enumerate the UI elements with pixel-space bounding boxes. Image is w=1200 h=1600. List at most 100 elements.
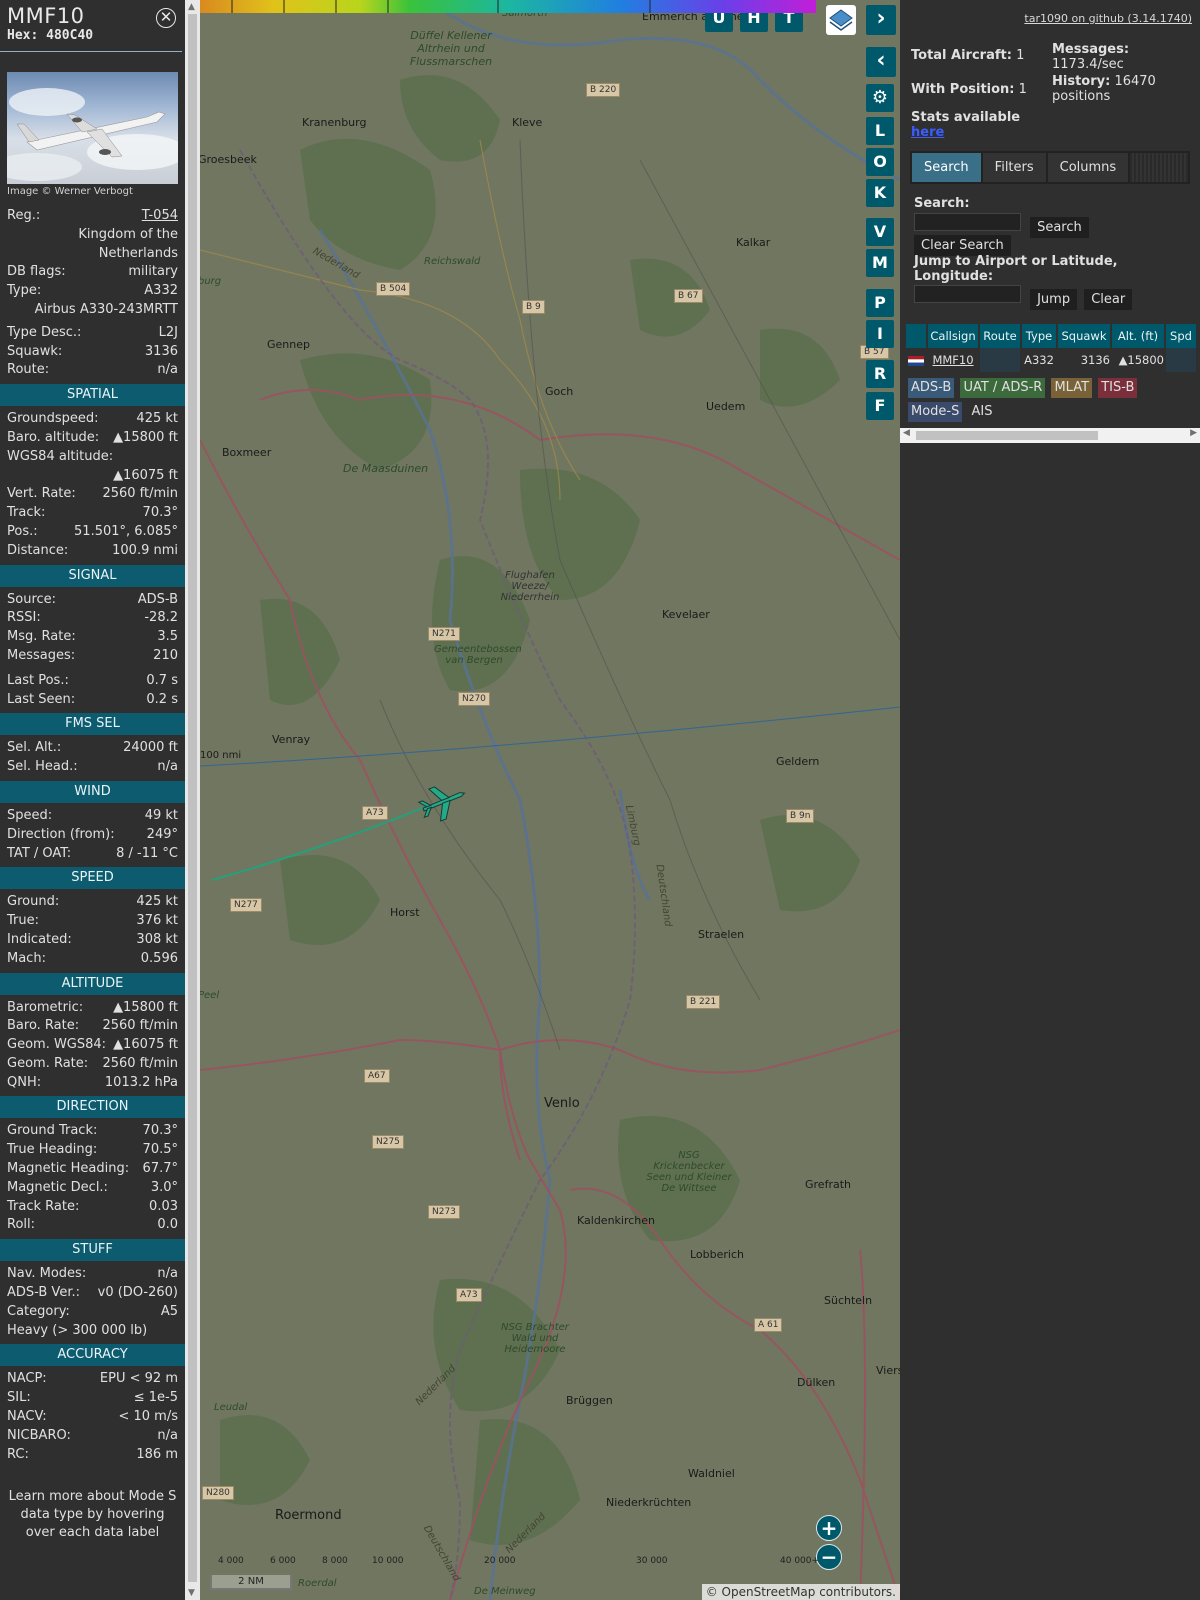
messages-value: 1173.4/sec bbox=[1052, 57, 1124, 72]
info-label[interactable]: Magnetic Decl.: bbox=[7, 1179, 108, 1198]
info-row: Track Rate: 0.03 bbox=[0, 1198, 185, 1217]
map-button-k[interactable]: K bbox=[866, 179, 894, 207]
info-label[interactable]: QNH: bbox=[7, 1074, 41, 1093]
info-value: 0.596 bbox=[140, 950, 178, 966]
info-label[interactable]: SIL: bbox=[7, 1389, 31, 1408]
image-credit: Image © Werner Verbogt bbox=[7, 186, 133, 197]
info-label[interactable]: WGS84 altitude: bbox=[7, 448, 113, 467]
scroll-left-icon[interactable]: ◀ bbox=[903, 428, 910, 438]
info-label[interactable]: Roll: bbox=[7, 1216, 35, 1235]
github-link[interactable]: tar1090 on github (3.14.1740) bbox=[1000, 12, 1192, 25]
info-label[interactable]: Track: bbox=[7, 504, 45, 523]
col-route[interactable]: Route bbox=[980, 324, 1020, 348]
col-type[interactable]: Type bbox=[1022, 324, 1056, 348]
map-button-f[interactable]: F bbox=[866, 392, 894, 420]
panel-scrollbar[interactable]: ▲ ▼ bbox=[185, 0, 200, 1600]
stats-here-link[interactable]: here bbox=[911, 125, 1020, 140]
map-button-v[interactable]: V bbox=[866, 218, 894, 246]
clear-search-button[interactable]: Clear Search bbox=[914, 235, 1011, 256]
scrollbar-thumb[interactable] bbox=[916, 431, 1098, 440]
clear-button[interactable]: Clear bbox=[1084, 289, 1133, 310]
map-view[interactable]: Emmerich am Rhein Kranenburg Kleve Groes… bbox=[200, 0, 900, 1600]
map-city-label: Uedem bbox=[706, 400, 746, 413]
search-input[interactable] bbox=[914, 213, 1021, 231]
map-button-l[interactable]: L bbox=[866, 117, 894, 145]
info-label[interactable]: NACP: bbox=[7, 1370, 47, 1389]
jump-input[interactable] bbox=[914, 285, 1021, 303]
info-label[interactable]: Geom. WGS84: bbox=[7, 1036, 106, 1055]
zoom-in-button[interactable]: + bbox=[816, 1515, 842, 1541]
info-label[interactable]: RSSI: bbox=[7, 609, 41, 628]
expand-left-icon[interactable]: ‹ bbox=[866, 47, 896, 77]
info-value: ▲15800 ft bbox=[113, 999, 178, 1015]
aircraft-photo[interactable] bbox=[7, 72, 178, 184]
info-label[interactable]: Mach: bbox=[7, 950, 46, 969]
info-label[interactable]: RC: bbox=[7, 1446, 29, 1465]
info-label[interactable]: Msg. Rate: bbox=[7, 628, 76, 647]
info-label[interactable]: NICBARO: bbox=[7, 1427, 71, 1446]
info-label[interactable]: NACV: bbox=[7, 1408, 47, 1427]
info-label[interactable]: Ground: bbox=[7, 893, 59, 912]
info-label[interactable]: Indicated: bbox=[7, 931, 72, 950]
info-label[interactable]: Pos.: bbox=[7, 523, 38, 542]
info-label[interactable]: Last Seen: bbox=[7, 691, 75, 710]
layers-button[interactable] bbox=[826, 5, 856, 35]
info-label[interactable]: Baro. Rate: bbox=[7, 1017, 79, 1036]
road-shield: N280 bbox=[202, 1486, 234, 1500]
info-label[interactable]: Geom. Rate: bbox=[7, 1055, 88, 1074]
scroll-right-icon[interactable]: ▶ bbox=[1190, 428, 1197, 438]
scrollbar-thumb[interactable] bbox=[188, 14, 197, 1582]
collapse-right-icon[interactable]: › bbox=[866, 5, 896, 35]
info-label[interactable]: Category: bbox=[7, 1303, 70, 1322]
jump-button[interactable]: Jump bbox=[1030, 289, 1078, 310]
info-label[interactable]: TAT / OAT: bbox=[7, 845, 71, 864]
info-label[interactable]: Vert. Rate: bbox=[7, 485, 76, 504]
scroll-up-icon[interactable]: ▲ bbox=[188, 2, 195, 12]
info-label[interactable]: Speed: bbox=[7, 807, 52, 826]
info-label[interactable]: Sel. Alt.: bbox=[7, 739, 61, 758]
col-spd[interactable]: Spd bbox=[1166, 324, 1196, 348]
map-city-label: Gennep bbox=[267, 338, 310, 351]
tab-filters[interactable]: Filters bbox=[982, 153, 1046, 182]
zoom-out-button[interactable]: − bbox=[816, 1544, 842, 1570]
settings-gear-icon[interactable]: ⚙ bbox=[866, 84, 894, 112]
col-alt[interactable]: Alt. (ft) bbox=[1112, 324, 1164, 348]
info-label[interactable]: Baro. altitude: bbox=[7, 429, 99, 448]
info-label[interactable]: Groundspeed: bbox=[7, 410, 98, 429]
map-button-p[interactable]: P bbox=[866, 289, 894, 317]
info-value: 210 bbox=[153, 647, 178, 663]
info-label[interactable]: Source: bbox=[7, 591, 56, 610]
info-label[interactable]: Messages: bbox=[7, 647, 75, 666]
scroll-down-icon[interactable]: ▼ bbox=[188, 1588, 195, 1598]
info-label[interactable]: Sel. Head.: bbox=[7, 758, 78, 777]
info-label[interactable]: Nav. Modes: bbox=[7, 1265, 86, 1284]
registration-link[interactable]: T-054 bbox=[142, 207, 178, 226]
cell-callsign[interactable]: MMF10 bbox=[928, 348, 978, 372]
tab-search[interactable]: Search bbox=[912, 153, 981, 182]
info-label[interactable]: Heavy (> 300 000 lb) bbox=[7, 1322, 147, 1341]
info-label[interactable]: Direction (from): bbox=[7, 826, 115, 845]
table-horizontal-scrollbar[interactable]: ◀ ▶ bbox=[900, 428, 1200, 443]
map-button-r[interactable]: R bbox=[866, 360, 894, 388]
info-label[interactable]: Track Rate: bbox=[7, 1198, 79, 1217]
close-icon[interactable]: ✕ bbox=[156, 8, 176, 28]
map-button-o[interactable]: O bbox=[866, 148, 894, 176]
info-label[interactable]: Barometric: bbox=[7, 999, 83, 1018]
info-label[interactable]: True Heading: bbox=[7, 1141, 97, 1160]
tab-columns[interactable]: Columns bbox=[1047, 153, 1129, 182]
search-button[interactable]: Search bbox=[1030, 217, 1089, 238]
info-label[interactable]: Ground Track: bbox=[7, 1122, 97, 1141]
col-squawk[interactable]: Squawk bbox=[1058, 324, 1110, 348]
info-label[interactable]: Last Pos.: bbox=[7, 672, 69, 691]
map-button-i[interactable]: I bbox=[866, 320, 894, 348]
map-attribution[interactable]: © OpenStreetMap contributors. bbox=[701, 1584, 900, 1600]
info-label[interactable]: ADS-B Ver.: bbox=[7, 1284, 80, 1303]
info-label[interactable]: True: bbox=[7, 912, 39, 931]
info-label[interactable]: Magnetic Heading: bbox=[7, 1160, 129, 1179]
info-row: SIL: ≤ 1e-5 bbox=[0, 1389, 185, 1408]
table-row[interactable]: MMF10 A332 3136 ▲15800 bbox=[906, 348, 1200, 372]
road-shield: B 9 bbox=[522, 300, 545, 314]
col-callsign[interactable]: Callsign bbox=[928, 324, 978, 348]
map-button-m[interactable]: M bbox=[866, 249, 894, 277]
info-label[interactable]: Distance: bbox=[7, 542, 68, 561]
